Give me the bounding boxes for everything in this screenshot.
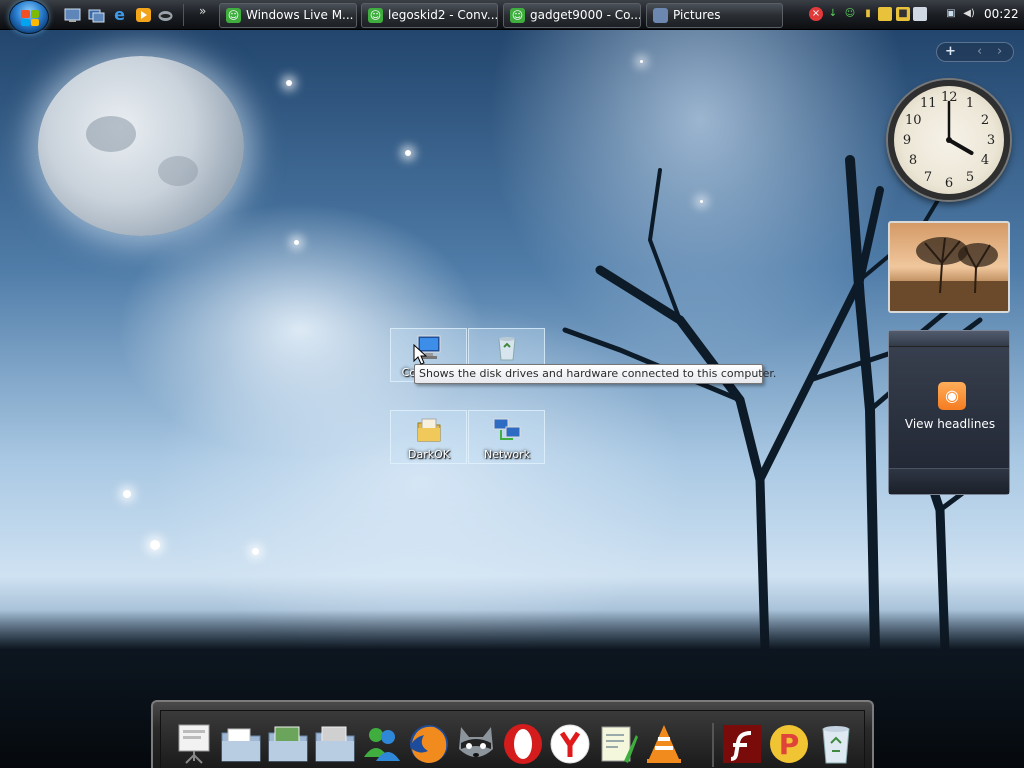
taskbar-clock[interactable]: 00:22 [984,7,1019,21]
security-alert-icon[interactable]: × [809,7,823,21]
desktop-icon-label: Network [484,448,530,461]
star [294,240,299,245]
media-folder-icon[interactable] [312,721,358,767]
view-headlines-link[interactable]: View headlines [889,417,1011,431]
star [123,490,131,498]
media-player-icon[interactable] [135,7,152,23]
rss-icon: ◉ [938,382,966,410]
sidebar-controls: + ‹ › [936,42,1014,62]
taskbar: e » ☺ Windows Live M... ☺ legoskid2 - Co… [0,0,1024,34]
signal-icon[interactable]: ▮ [861,7,875,21]
star [252,548,259,555]
task-label: Pictures [673,8,721,22]
firefox-icon[interactable] [406,721,452,767]
messenger-icon: ☺ [510,8,525,23]
network-icon [493,418,521,440]
ie-icon[interactable]: e [111,7,128,23]
volume-icon[interactable]: ◀) [962,7,976,21]
recycle-bin-icon [498,337,516,361]
flash-icon[interactable] [719,721,765,767]
desktop-icon-label: DarkOK [408,448,450,461]
chevron-overflow-icon[interactable]: » [199,4,206,18]
task-windows-live-messenger[interactable]: ☺ Windows Live M... [219,3,357,28]
documents-folder-icon[interactable] [218,721,264,767]
star [286,80,292,86]
previous-page-button[interactable]: ‹ [977,44,982,60]
network-icon[interactable]: ▣ [944,7,958,21]
raccoon-icon[interactable] [157,7,174,23]
feed-footer [889,468,1009,494]
feed-header [889,331,1009,347]
tree-photo [890,237,1008,311]
tooltip: Shows the disk drives and hardware conne… [414,364,776,384]
task-gadget9000-conversation[interactable]: ☺ gadget9000 - Co... [503,3,641,28]
mouse-cursor-icon [413,344,427,365]
download-icon[interactable]: ↓ [826,7,840,21]
vlc-icon[interactable] [641,721,687,767]
next-page-button[interactable]: › [997,44,1002,60]
opera-icon[interactable] [500,721,546,767]
presentation-icon[interactable] [171,721,217,767]
folder-icon [653,8,668,23]
display-icon[interactable] [913,7,927,21]
recycle-bin-icon[interactable] [813,721,859,767]
start-button[interactable] [9,0,49,34]
usb-icon[interactable]: ■ [896,7,910,21]
notepad-icon[interactable] [594,721,640,767]
desktop-icon[interactable] [64,7,81,23]
dock-separator [712,723,714,767]
clock-gadget[interactable]: 12 1 2 3 4 5 6 7 8 9 10 11 [888,80,1010,200]
add-gadget-button[interactable]: + [945,44,956,60]
messenger-tray-icon[interactable]: ☺ [843,7,857,21]
desktop-icon-network[interactable]: Network [468,410,545,464]
switch-windows-icon[interactable] [88,7,105,23]
yandex-icon[interactable] [547,721,593,767]
application-dock: P [151,700,874,768]
pictures-folder-icon[interactable] [265,721,311,767]
task-legoskid2-conversation[interactable]: ☺ legoskid2 - Conv... [361,3,498,28]
task-label: gadget9000 - Co... [530,8,641,22]
slideshow-gadget[interactable] [888,221,1010,313]
task-label: Windows Live M... [246,8,354,22]
windows-flag-icon [21,10,39,26]
messenger-icon[interactable] [359,721,405,767]
quick-launch-separator [183,4,184,26]
dock-shelf: P [160,710,865,768]
desktop-icon-darkok[interactable]: DarkOK [390,410,467,464]
messenger-icon: ☺ [226,8,241,23]
desktop-wallpaper [0,0,1024,768]
clock-hands [946,100,974,155]
task-label: legoskid2 - Conv... [388,8,498,22]
star [405,150,411,156]
star [640,60,643,63]
battery-icon[interactable] [878,7,892,21]
messenger-icon: ☺ [368,8,383,23]
user-folder-icon [417,418,441,442]
feed-headlines-gadget[interactable]: ◉ View headlines [888,330,1010,495]
raccoon-icon[interactable] [453,721,499,767]
svg-text:P: P [779,728,800,761]
moon-graphic [38,56,244,236]
task-pictures[interactable]: Pictures [646,3,783,28]
pidgin-icon[interactable]: P [766,721,812,767]
star [150,540,160,550]
